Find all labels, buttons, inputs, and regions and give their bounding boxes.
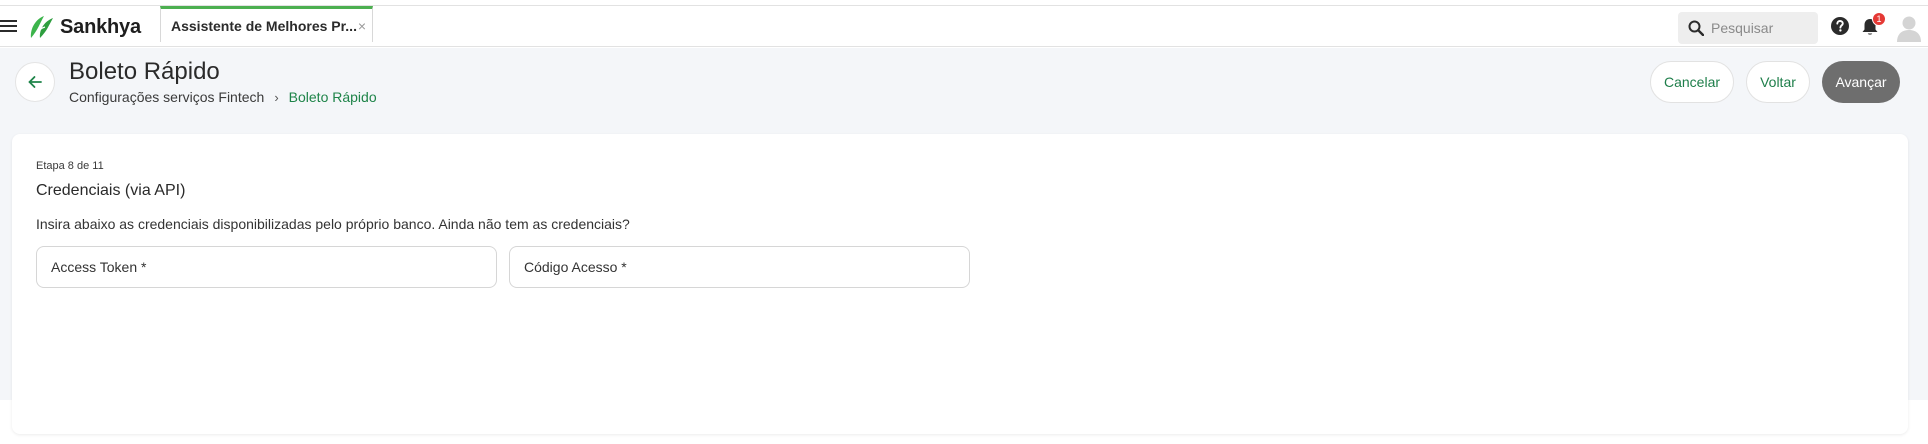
access-token-input[interactable] (37, 247, 496, 287)
help-icon[interactable] (1830, 16, 1850, 36)
section-description: Insira abaixo as credenciais disponibili… (36, 216, 630, 232)
codigo-acesso-field[interactable] (509, 246, 970, 288)
section-title: Credenciais (via API) (36, 182, 186, 199)
back-arrow-button[interactable] (15, 62, 55, 102)
sankhya-logo-icon (30, 16, 53, 38)
next-button[interactable]: Avançar (1822, 61, 1900, 103)
arrow-left-icon (28, 76, 42, 88)
back-button[interactable]: Voltar (1746, 61, 1810, 103)
brand-name: Sankhya (60, 15, 141, 38)
wizard-card: Etapa 8 de 11 Credenciais (via API) Insi… (12, 134, 1908, 434)
tab-label: Assistente de Melhores Pr... (171, 17, 357, 34)
page-title: Boleto Rápido (69, 58, 220, 85)
search-box[interactable] (1678, 12, 1818, 44)
search-input[interactable] (1711, 20, 1811, 36)
step-indicator: Etapa 8 de 11 (36, 160, 104, 172)
hamburger-icon[interactable] (0, 19, 18, 35)
notification-badge: 1 (1872, 12, 1886, 26)
access-token-field[interactable] (36, 246, 497, 288)
codigo-acesso-input[interactable] (510, 247, 969, 287)
brand-logo[interactable]: Sankhya (28, 14, 141, 40)
close-icon[interactable]: × (358, 18, 366, 34)
breadcrumb-item-fintech[interactable]: Configurações serviços Fintech (69, 89, 264, 105)
search-icon (1688, 20, 1704, 36)
top-bar: Sankhya Assistente de Melhores Pr... × 1 (0, 5, 1928, 47)
chevron-right-icon: › (274, 89, 279, 105)
breadcrumb-item-current: Boleto Rápido (288, 89, 377, 105)
tab-assistente[interactable]: Assistente de Melhores Pr... × (160, 6, 373, 42)
breadcrumb: Configurações serviços Fintech › Boleto … (69, 89, 377, 105)
avatar-icon[interactable] (1896, 14, 1922, 42)
cancel-button[interactable]: Cancelar (1650, 61, 1734, 103)
